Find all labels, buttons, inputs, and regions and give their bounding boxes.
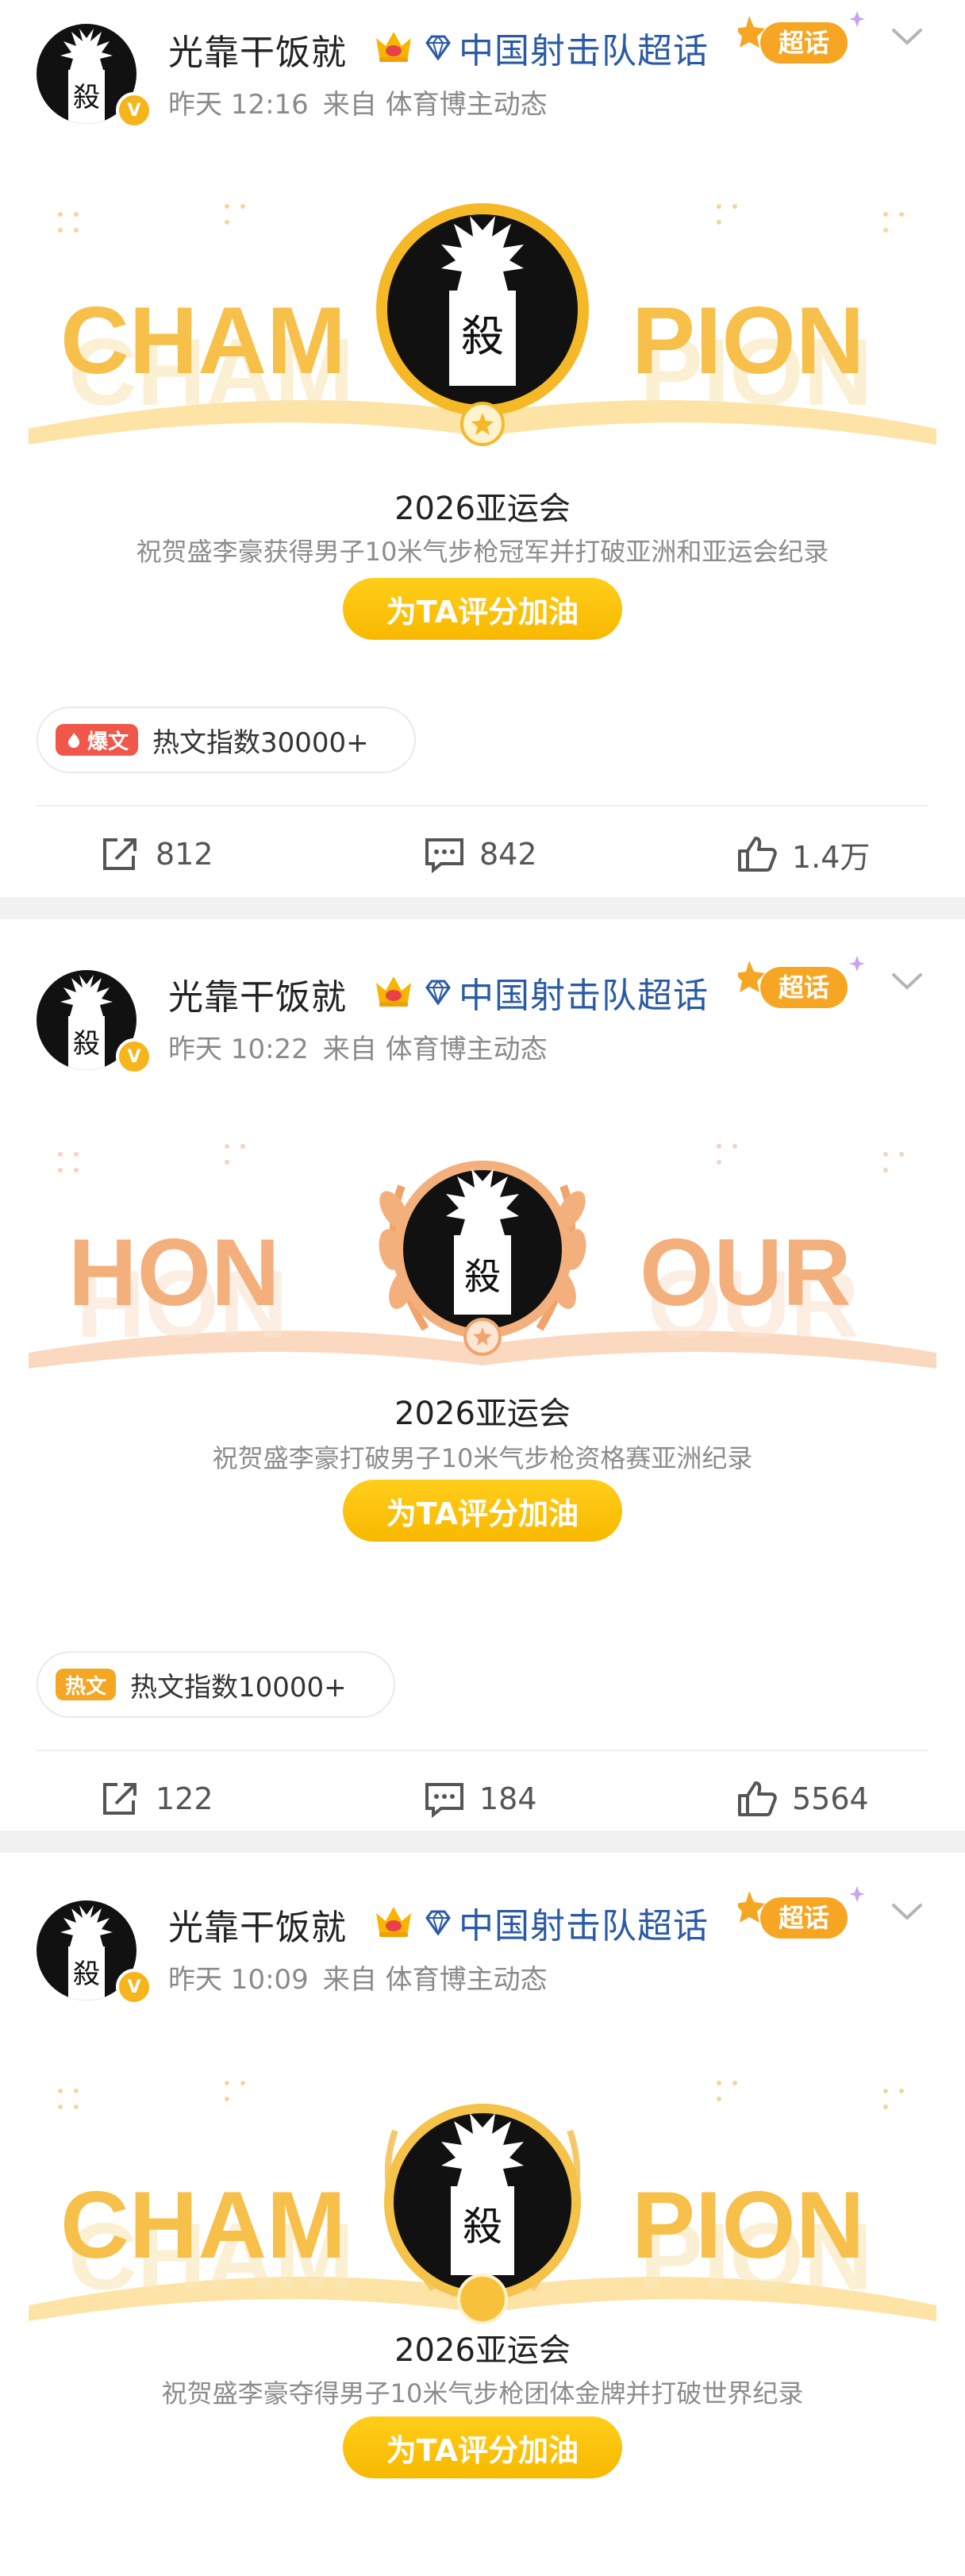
event-title: 2026亚运会 <box>394 491 571 527</box>
topic-link[interactable]: 中国射击队超话 <box>459 1897 709 1948</box>
like-icon <box>738 837 777 872</box>
crown-icon <box>376 976 411 1007</box>
event-description: 祝贺盛李豪获得男子10米气步枪冠军并打破亚洲和亚运会纪录 <box>136 537 829 567</box>
post-source: 来自 体育博主动态 <box>322 1964 548 1996</box>
like-button[interactable]: 5564 <box>736 1767 869 1831</box>
comment-count: 842 <box>479 837 537 872</box>
banner-glyph: 殺 <box>461 311 504 361</box>
section-divider <box>0 897 965 919</box>
hot-index-pill[interactable]: 热文 热文指数10000+ <box>37 1651 395 1718</box>
verified-icon: V <box>116 92 152 129</box>
banner-word-right: OUR <box>640 1219 852 1326</box>
avatar-glyph: 殺 <box>73 1028 100 1060</box>
comment-button[interactable]: 184 <box>424 1767 537 1831</box>
verified-icon: V <box>116 1969 152 2005</box>
comment-button[interactable]: 842 <box>424 822 537 886</box>
repost-count: 812 <box>156 837 213 872</box>
flame-icon <box>68 733 79 748</box>
chaohua-badge[interactable]: 超话 <box>735 953 873 1019</box>
cheer-button[interactable]: 为TA评分加油 <box>343 1480 622 1542</box>
diamond-icon <box>425 980 451 1005</box>
banner-word-left: CHAM <box>60 287 346 394</box>
cheer-button[interactable]: 为TA评分加油 <box>343 578 622 640</box>
username[interactable]: 光靠干饭就 <box>168 24 347 75</box>
avatar-glyph: 殺 <box>73 1958 100 1990</box>
post-card: 殺 V 光靠干饭就 中国射击队超话 超话 昨天 10:22 来自 体育博主动态 <box>0 919 965 1831</box>
username[interactable]: 光靠干饭就 <box>168 1899 347 1950</box>
post-meta: 昨天 12:16 来自 体育博主动态 <box>168 83 562 121</box>
action-bar: 122 184 5564 <box>0 1767 965 1831</box>
like-icon <box>738 1781 777 1816</box>
hot-index-text: 热文指数30000+ <box>152 726 369 759</box>
post-source: 来自 体育博主动态 <box>322 1034 548 1065</box>
chaohua-label: 超话 <box>779 28 829 58</box>
banner-glyph: 殺 <box>464 1255 501 1298</box>
repost-icon <box>103 838 136 870</box>
comment-count: 184 <box>479 1781 537 1816</box>
chaohua-badge[interactable]: 超话 <box>735 1883 873 1950</box>
chaohua-label: 超话 <box>779 972 829 1003</box>
post-card: 殺 V 光靠干饭就 中国射击队超话 超话 昨天 10:09 来自 体育博主动态 <box>0 1853 965 2576</box>
diamond-icon <box>425 1910 451 1935</box>
post-meta: 昨天 10:22 来自 体育博主动态 <box>168 1027 562 1066</box>
hot-index-pill[interactable]: 爆文 热文指数30000+ <box>37 707 416 773</box>
banner-glyph: 殺 <box>463 2204 502 2250</box>
event-description: 祝贺盛李豪打破男子10米气步枪资格赛亚洲纪录 <box>212 1443 753 1473</box>
avatar[interactable]: 殺 V <box>37 1900 152 2005</box>
event-title: 2026亚运会 <box>394 2332 571 2369</box>
comment-icon <box>425 838 463 873</box>
post-source: 来自 体育博主动态 <box>322 89 548 121</box>
divider-line <box>37 805 928 807</box>
chaohua-label: 超话 <box>779 1903 829 1933</box>
post-meta: 昨天 10:09 来自 体育博主动态 <box>168 1958 562 1996</box>
repost-icon <box>103 1783 136 1815</box>
event-description: 祝贺盛李豪夺得男子10米气步枪团体金牌并打破世界纪录 <box>161 2378 804 2409</box>
post-time: 昨天 10:22 <box>168 1034 309 1065</box>
repost-button[interactable]: 122 <box>100 1767 213 1831</box>
avatar[interactable]: 殺 V <box>37 970 152 1075</box>
topic-link[interactable]: 中国射击队超话 <box>459 967 709 1018</box>
like-count: 1.4万 <box>792 839 871 875</box>
comment-icon <box>425 1783 463 1818</box>
chevron-down-icon[interactable] <box>887 21 927 52</box>
banner-word-left: HON <box>68 1219 280 1326</box>
hot-badge: 热文 <box>56 1669 117 1700</box>
verified-icon: V <box>116 1038 152 1075</box>
champion-banner[interactable]: CHAM CHAM PION PION 殺 <box>29 175 936 492</box>
diamond-icon <box>425 35 451 60</box>
chaohua-badge[interactable]: 超话 <box>735 8 873 75</box>
cheer-button[interactable]: 为TA评分加油 <box>343 2416 622 2478</box>
post-card: 殺 V 光靠干饭就 中国射击队超话 超话 昨天 12:16 来自 体育博主动态 <box>0 0 965 897</box>
champion-banner[interactable]: CHAM CHAM PION PION 殺 <box>29 2051 936 2369</box>
event-title: 2026亚运会 <box>394 1396 571 1432</box>
honour-banner[interactable]: HON HON OUR OUR 殺 <box>29 1115 936 1432</box>
like-count: 5564 <box>792 1781 869 1816</box>
banner-word-right: PION <box>632 2172 864 2278</box>
avatar[interactable]: 殺 V <box>37 24 152 129</box>
chevron-down-icon[interactable] <box>887 965 927 997</box>
crown-icon <box>376 1907 411 1937</box>
action-bar: 812 842 1.4万 <box>0 822 965 886</box>
username[interactable]: 光靠干饭就 <box>168 968 347 1019</box>
divider-line <box>37 1750 928 1751</box>
repost-count: 122 <box>156 1781 213 1816</box>
section-divider <box>0 1831 965 1853</box>
crown-icon <box>376 32 411 62</box>
like-button[interactable]: 1.4万 <box>736 822 870 886</box>
banner-word-right: PION <box>632 287 864 394</box>
hot-badge: 爆文 <box>56 724 139 756</box>
post-time: 昨天 10:09 <box>168 1964 309 1996</box>
hot-index-text: 热文指数10000+ <box>130 1671 347 1704</box>
avatar-glyph: 殺 <box>73 82 100 114</box>
post-time: 昨天 12:16 <box>168 89 309 121</box>
banner-word-left: CHAM <box>60 2172 346 2278</box>
repost-button[interactable]: 812 <box>100 822 213 886</box>
topic-link[interactable]: 中国射击队超话 <box>459 22 709 73</box>
chevron-down-icon[interactable] <box>887 1896 927 1927</box>
